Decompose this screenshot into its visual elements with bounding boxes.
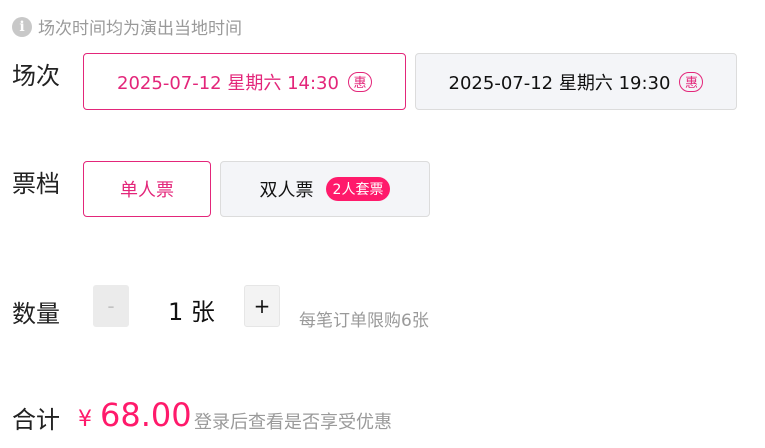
discount-tag: 惠 — [679, 71, 704, 92]
purchase-limit-text: 每笔订单限购6张 — [299, 311, 429, 331]
total-amount: 68.00 — [100, 396, 192, 434]
total-price: ¥ 68.00 — [78, 396, 192, 434]
ticket-option-text: 双人票 — [259, 180, 314, 201]
info-icon: i — [12, 16, 32, 37]
total-label: 合计 — [12, 406, 60, 434]
session-option-text: 2025-07-12 星期六 14:30 — [117, 72, 339, 94]
time-notice: i 场次时间均为演出当地时间 — [12, 14, 242, 39]
login-discount-hint[interactable]: 登录后查看是否享受优惠 — [194, 408, 392, 434]
ticket-option-single[interactable]: 单人票 — [83, 161, 211, 217]
discount-tag: 惠 — [347, 71, 372, 92]
session-option-1430[interactable]: 2025-07-12 星期六 14:30 惠 — [83, 53, 406, 110]
quantity-value: 1 张 — [168, 298, 215, 326]
ticket-tier-label: 票档 — [12, 170, 60, 198]
quantity-decrease-button[interactable]: - — [93, 285, 129, 327]
quantity-label: 数量 — [12, 300, 60, 328]
ticket-option-double[interactable]: 双人票 2人套票 — [220, 161, 430, 217]
quantity-increase-button[interactable]: + — [244, 285, 280, 327]
time-notice-text: 场次时间均为演出当地时间 — [38, 19, 242, 39]
session-option-1930[interactable]: 2025-07-12 星期六 19:30 惠 — [415, 53, 737, 110]
ticket-option-text: 单人票 — [120, 180, 174, 201]
package-badge: 2人套票 — [325, 177, 391, 201]
currency-symbol: ¥ — [78, 407, 92, 432]
session-label: 场次 — [12, 62, 60, 90]
session-option-text: 2025-07-12 星期六 19:30 — [448, 72, 671, 94]
